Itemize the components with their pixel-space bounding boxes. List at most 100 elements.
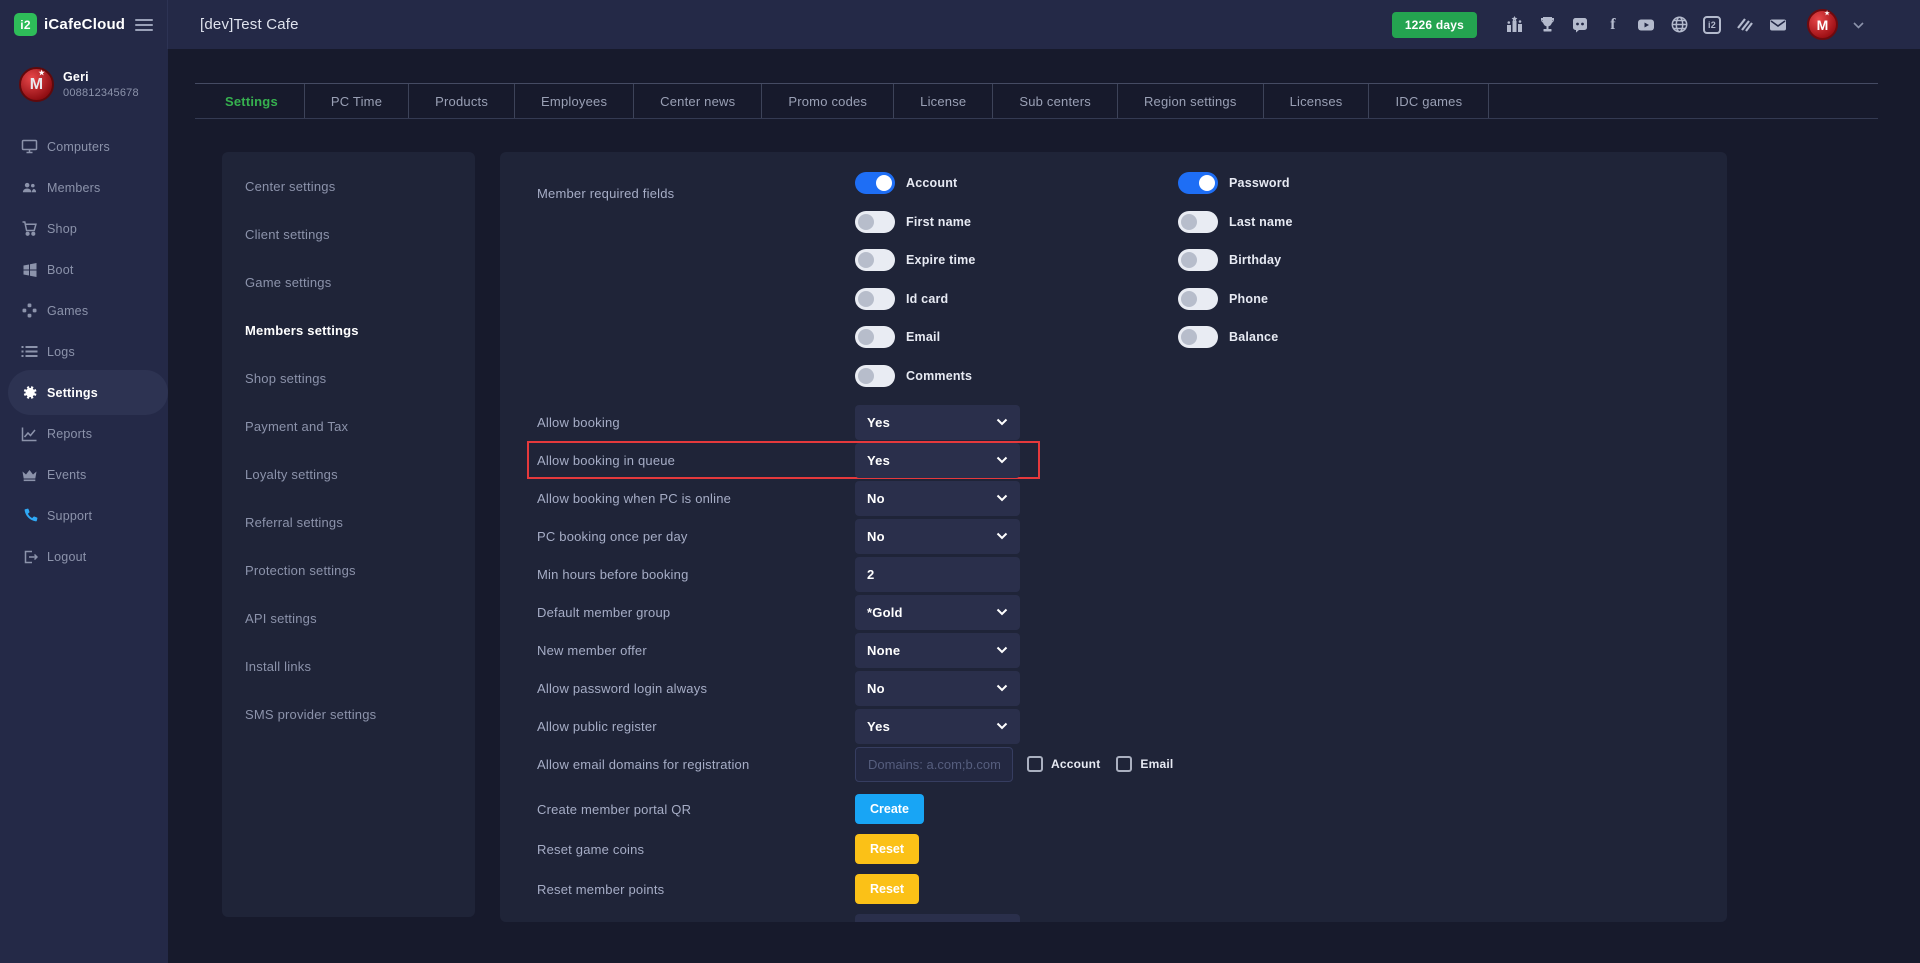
allow-booking-select[interactable]: Yes	[855, 405, 1020, 440]
settings-nav-client-settings[interactable]: Client settings	[222, 210, 475, 258]
toggle-label: Comments	[906, 369, 972, 383]
allow-booking-in-queue-select[interactable]: Yes	[855, 443, 1020, 478]
id-card-toggle[interactable]	[855, 288, 895, 310]
tab-center-news[interactable]: Center news	[634, 84, 762, 118]
sidebar-item-settings[interactable]: Settings	[0, 372, 168, 413]
row-allow-booking-pc-online: Allow booking when PC is online No	[500, 479, 1727, 517]
sidebar-item-events[interactable]: Events	[0, 454, 168, 495]
min-hours-before-booking-input[interactable]	[855, 557, 1020, 592]
row-new-member-offer: New member offer None	[500, 631, 1727, 669]
sidebar-item-label: Events	[47, 468, 86, 482]
birthday-toggle[interactable]	[1178, 249, 1218, 271]
first-name-toggle[interactable]	[855, 211, 895, 233]
field-label: PC booking once per day	[537, 529, 688, 544]
reset-member-points-button[interactable]: Reset	[855, 874, 919, 904]
settings-nav-sms-provider-settings[interactable]: SMS provider settings	[222, 690, 475, 738]
ranking-icon[interactable]	[1504, 15, 1524, 35]
settings-nav-shop-settings[interactable]: Shop settings	[222, 354, 475, 402]
chevron-down-icon	[996, 418, 1008, 426]
tab-bar: Settings PC Time Products Employees Cent…	[195, 83, 1878, 119]
pc-booking-once-per-day-select[interactable]: No	[855, 519, 1020, 554]
expire-time-toggle[interactable]	[855, 249, 895, 271]
logout-icon	[21, 548, 38, 565]
sidebar-user-avatar[interactable]: M	[19, 67, 54, 102]
chevron-down-icon[interactable]	[1853, 17, 1864, 32]
user-avatar[interactable]: M	[1807, 9, 1838, 40]
facebook-icon[interactable]: f	[1603, 15, 1623, 35]
new-member-offer-select[interactable]: None	[855, 633, 1020, 668]
sidebar-item-boot[interactable]: Boot	[0, 249, 168, 290]
sidebar-item-members[interactable]: Members	[0, 167, 168, 208]
allow-password-login-always-select[interactable]: No	[855, 671, 1020, 706]
sidebar-item-shop[interactable]: Shop	[0, 208, 168, 249]
tab-licenses[interactable]: Licenses	[1264, 84, 1370, 118]
settings-nav-loyalty-settings[interactable]: Loyalty settings	[222, 450, 475, 498]
row-allow-password-login-always: Allow password login always No	[500, 669, 1727, 707]
sidebar-item-logout[interactable]: Logout	[0, 536, 168, 577]
default-member-group-select[interactable]: *Gold	[855, 595, 1020, 630]
settings-nav-install-links[interactable]: Install links	[222, 642, 475, 690]
chevron-down-icon	[996, 608, 1008, 616]
select-value: No	[867, 529, 885, 544]
email-checkbox[interactable]	[1116, 756, 1132, 772]
member-required-fields-label: Member required fields	[537, 186, 674, 201]
toggle-label: Balance	[1229, 330, 1278, 344]
settings-nav-center-settings[interactable]: Center settings	[222, 162, 475, 210]
balance-toggle[interactable]	[1178, 326, 1218, 348]
toggle-row-id-card: Id card	[855, 280, 976, 319]
email-domains-input[interactable]	[855, 747, 1013, 782]
comments-toggle[interactable]	[855, 365, 895, 387]
allow-public-register-select[interactable]: Yes	[855, 709, 1020, 744]
discord-icon[interactable]	[1570, 15, 1590, 35]
cutoff-select[interactable]: Yes	[855, 914, 1020, 923]
tab-region-settings[interactable]: Region settings	[1118, 84, 1264, 118]
row-default-member-group: Default member group *Gold	[500, 593, 1727, 631]
globe-icon[interactable]	[1669, 15, 1689, 35]
tab-sub-centers[interactable]: Sub centers	[993, 84, 1118, 118]
settings-nav-game-settings[interactable]: Game settings	[222, 258, 475, 306]
license-days-badge[interactable]: 1226 days	[1392, 12, 1477, 38]
sidebar-item-label: Members	[47, 181, 101, 195]
settings-nav-payment-and-tax[interactable]: Payment and Tax	[222, 402, 475, 450]
settings-nav-api-settings[interactable]: API settings	[222, 594, 475, 642]
password-toggle[interactable]	[1178, 172, 1218, 194]
icafe-icon[interactable]: i2	[1702, 15, 1722, 35]
tab-idc-games[interactable]: IDC games	[1369, 84, 1489, 118]
settings-nav-protection-settings[interactable]: Protection settings	[222, 546, 475, 594]
tab-pc-time[interactable]: PC Time	[305, 84, 409, 118]
phone-icon	[21, 507, 38, 524]
trophy-icon[interactable]	[1537, 15, 1557, 35]
reset-game-coins-button[interactable]: Reset	[855, 834, 919, 864]
hamburger-menu-icon[interactable]	[135, 16, 153, 34]
mail-icon[interactable]	[1768, 15, 1788, 35]
tab-settings[interactable]: Settings	[195, 84, 305, 118]
toggle-label: Password	[1229, 176, 1290, 190]
layers-icon[interactable]	[1735, 15, 1755, 35]
youtube-icon[interactable]	[1636, 15, 1656, 35]
phone-toggle[interactable]	[1178, 288, 1218, 310]
field-label: Allow public register	[537, 719, 657, 734]
select-value: *Gold	[867, 605, 903, 620]
row-pc-booking-once-per-day: PC booking once per day No	[500, 517, 1727, 555]
tab-license[interactable]: License	[894, 84, 993, 118]
topbar: i2 iCafeCloud [dev]Test Cafe 1226 days f	[0, 0, 1920, 49]
toggle-row-first-name: First name	[855, 203, 976, 242]
tab-promo-codes[interactable]: Promo codes	[762, 84, 894, 118]
sidebar-item-support[interactable]: Support	[0, 495, 168, 536]
email-toggle[interactable]	[855, 326, 895, 348]
sidebar-item-games[interactable]: Games	[0, 290, 168, 331]
settings-nav-members-settings[interactable]: Members settings	[222, 306, 475, 354]
allow-booking-pc-online-select[interactable]: No	[855, 481, 1020, 516]
account-toggle[interactable]	[855, 172, 895, 194]
row-allow-email-domains: Allow email domains for registration Acc…	[500, 745, 1727, 783]
create-button[interactable]: Create	[855, 794, 924, 824]
account-checkbox[interactable]	[1027, 756, 1043, 772]
settings-nav-referral-settings[interactable]: Referral settings	[222, 498, 475, 546]
tab-employees[interactable]: Employees	[515, 84, 634, 118]
tab-products[interactable]: Products	[409, 84, 515, 118]
sidebar-item-computers[interactable]: Computers	[0, 126, 168, 167]
last-name-toggle[interactable]	[1178, 211, 1218, 233]
sidebar-item-reports[interactable]: Reports	[0, 413, 168, 454]
member-required-fields-section: Member required fields Account First nam…	[500, 164, 1727, 399]
sidebar-item-logs[interactable]: Logs	[0, 331, 168, 372]
